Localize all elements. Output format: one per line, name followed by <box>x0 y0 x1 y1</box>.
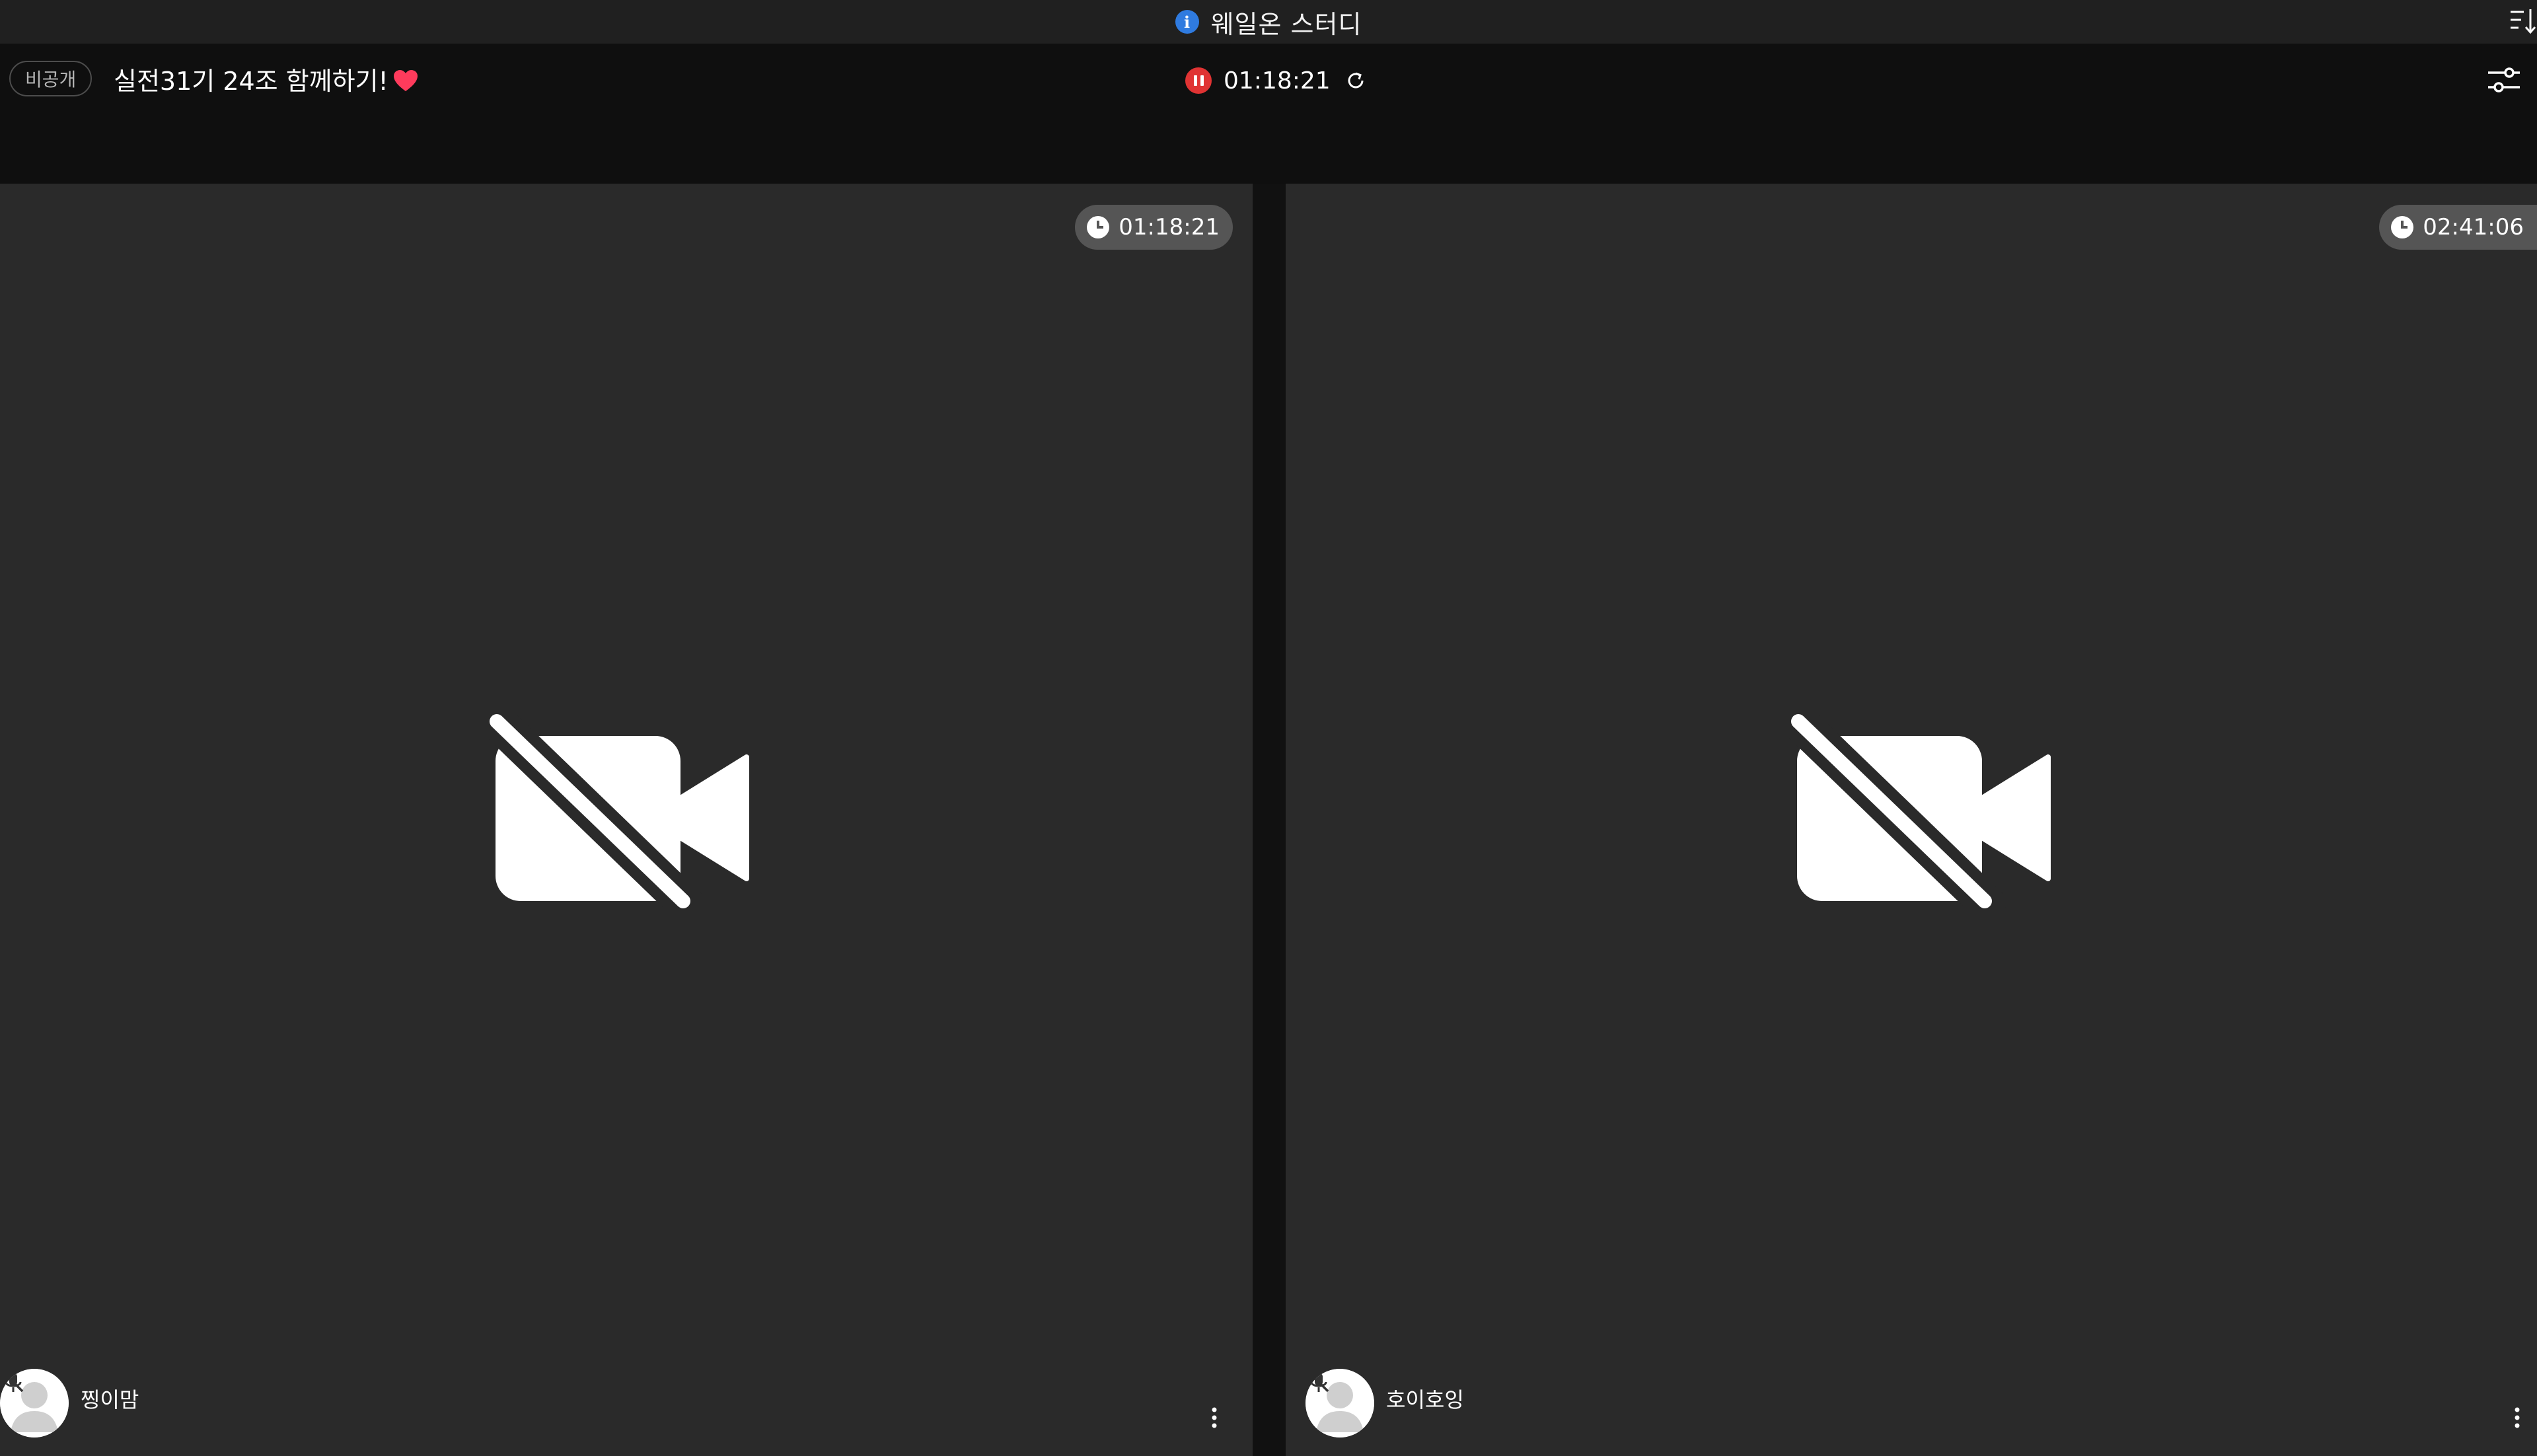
clock-icon <box>2391 216 2414 238</box>
camera-off-icon <box>488 712 749 910</box>
info-icon[interactable]: i <box>1175 10 1199 34</box>
room-title-group: 실전31기 24조 함께하기! <box>114 61 419 96</box>
settings-sliders-icon[interactable] <box>2484 62 2524 99</box>
camera-off-icon <box>1789 712 2051 910</box>
clock-icon <box>1087 216 1110 238</box>
video-tile[interactable]: 02:41:06 호이호잉 <box>1286 184 2537 1456</box>
refresh-icon[interactable] <box>1342 67 1369 94</box>
mic-off-icon <box>3 1371 24 1393</box>
mic-off-icon <box>1308 1371 1329 1393</box>
privacy-badge: 비공개 <box>9 61 92 96</box>
study-timer-badge: 02:41:06 <box>2379 205 2537 250</box>
session-timer: 01:18:21 <box>1185 63 1369 98</box>
pause-icon[interactable] <box>1185 67 1212 94</box>
participant-name: 호이호잉 <box>1386 1387 1464 1412</box>
participant-name: 찡이맘 <box>81 1387 139 1412</box>
avatar <box>1305 1369 1374 1438</box>
room-title: 실전31기 24조 함께하기! <box>114 66 388 96</box>
room-header: 비공개 실전31기 24조 함께하기! 01:18:21 <box>0 44 2537 184</box>
window-title-bar: i 웨일온 스터디 <box>0 0 2537 44</box>
avatar <box>0 1369 69 1438</box>
more-vertical-icon[interactable] <box>1208 1404 1221 1431</box>
sort-icon[interactable] <box>2508 4 2537 38</box>
video-tile[interactable]: 01:18:21 찡이맘 <box>0 184 1253 1456</box>
participant-info: 찡이맘 <box>0 1369 139 1438</box>
session-time: 01:18:21 <box>1224 67 1331 94</box>
study-timer-badge: 01:18:21 <box>1075 205 1233 250</box>
participant-info: 호이호잉 <box>1305 1369 1464 1438</box>
heart-icon <box>393 70 418 91</box>
study-time: 02:41:06 <box>2423 214 2524 240</box>
app-title-group: i 웨일온 스터디 <box>1175 4 1362 40</box>
app-title: 웨일온 스터디 <box>1210 9 1362 39</box>
more-vertical-icon[interactable] <box>2511 1404 2524 1431</box>
study-time: 01:18:21 <box>1119 214 1220 240</box>
